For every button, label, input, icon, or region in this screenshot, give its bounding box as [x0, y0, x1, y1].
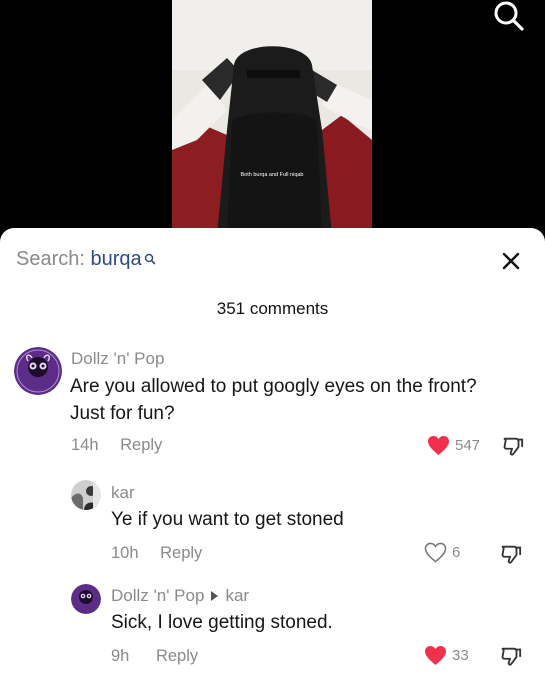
comment-text-line: Are you allowed to put googly eyes on th…: [70, 376, 477, 397]
like-count: 6: [452, 544, 461, 561]
avatar[interactable]: [71, 584, 101, 614]
dislike-icon[interactable]: [500, 645, 522, 667]
search-icon[interactable]: [493, 0, 525, 32]
dislike-icon[interactable]: [500, 543, 522, 565]
dislike-icon[interactable]: [502, 435, 524, 457]
comment-author[interactable]: kar: [111, 483, 135, 503]
close-icon[interactable]: [499, 249, 523, 273]
heart-icon: [428, 435, 449, 456]
video-area: Both burqa and Full niqab: [0, 0, 545, 235]
comment-author[interactable]: Dollz 'n' Pop: [71, 349, 164, 369]
comment-author[interactable]: Dollz 'n' Pop: [111, 586, 204, 605]
video-thumbnail[interactable]: Both burqa and Full niqab: [172, 0, 372, 235]
reply-arrow-icon: [211, 591, 219, 602]
comment-meta: 14h Reply: [71, 436, 162, 455]
search-query: burqa: [90, 248, 142, 270]
avatar[interactable]: [71, 480, 101, 510]
video-caption: Both burqa and Full niqab: [240, 172, 304, 178]
reply-button[interactable]: Reply: [120, 436, 162, 454]
comment-time: 9h: [111, 647, 130, 665]
reply-button[interactable]: Reply: [156, 647, 198, 665]
comment-text: Are you allowed to put googly eyes on th…: [70, 373, 477, 427]
comment-meta: 10h Reply: [111, 544, 202, 563]
reply-to-author[interactable]: kar: [225, 586, 249, 605]
small-search-icon: [144, 248, 156, 271]
comment-time: 14h: [71, 436, 99, 454]
reply-button[interactable]: Reply: [160, 544, 202, 562]
like-button[interactable]: 33: [424, 645, 469, 666]
comments-count: 351 comments: [216, 299, 329, 318]
comment-text: Ye if you want to get stoned: [111, 509, 344, 530]
like-count: 547: [455, 437, 481, 454]
like-button[interactable]: 6: [424, 542, 460, 563]
comment-time: 10h: [111, 544, 139, 562]
comment-meta: 9h Reply: [111, 647, 198, 666]
heart-icon: [424, 542, 447, 563]
comment-text-line: Just for fun?: [70, 403, 175, 424]
search-suggestion[interactable]: Search: burqa: [16, 248, 156, 271]
search-prefix: Search:: [16, 248, 91, 270]
comment-text: Sick, I love getting stoned.: [111, 612, 333, 633]
avatar[interactable]: [14, 347, 62, 395]
heart-icon: [425, 645, 446, 666]
video-image: [172, 0, 372, 235]
like-button[interactable]: 547: [427, 435, 480, 456]
comment-author-line: Dollz 'n' Pop kar: [111, 586, 249, 606]
like-count: 33: [452, 647, 469, 664]
